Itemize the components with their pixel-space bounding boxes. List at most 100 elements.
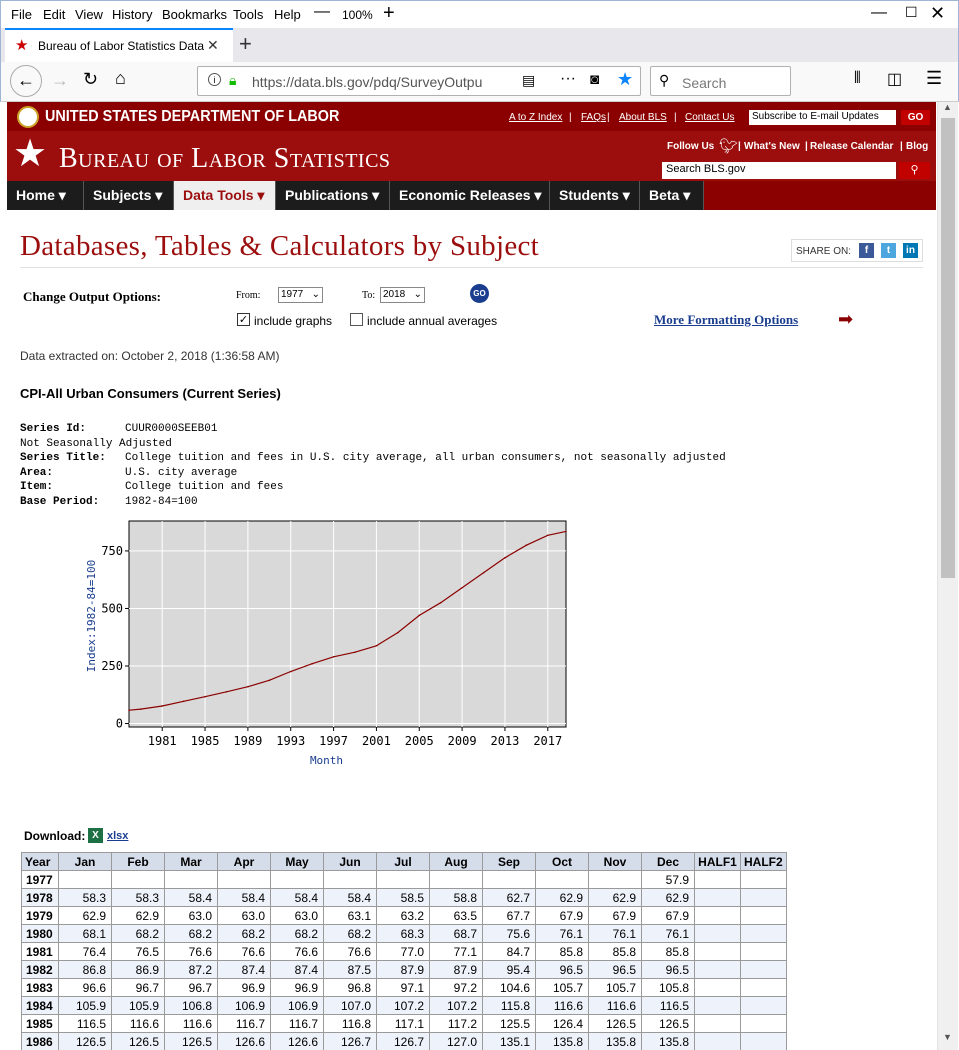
value-cell: 105.7 (535, 978, 589, 997)
nav-students[interactable]: Students ▾ (550, 181, 640, 210)
zoom-in-icon[interactable]: + (383, 2, 395, 25)
value-cell (740, 942, 787, 961)
site-search-input[interactable]: Search BLS.gov (662, 162, 896, 179)
url-text[interactable]: https://data.bls.gov/pdq/SurveyOutpu (252, 74, 484, 90)
page-actions-icon[interactable]: ··· (560, 70, 576, 88)
nav-data-tools[interactable]: Data Tools ▾ (174, 181, 276, 210)
value-cell: 96.7 (111, 978, 165, 997)
value-cell: 86.8 (58, 960, 112, 979)
column-header-sep: Sep (482, 852, 536, 871)
twitter-share-icon[interactable]: t (881, 243, 896, 258)
home-icon[interactable]: ⌂ (115, 68, 126, 89)
subscribe-go-button[interactable]: GO (901, 110, 930, 125)
value-cell (111, 870, 165, 889)
tab-bls[interactable]: ★ Bureau of Labor Statistics Data ✕ (5, 28, 233, 62)
divider: | (900, 141, 903, 152)
value-cell: 107.2 (376, 996, 430, 1015)
include-graphs-checkbox[interactable]: ✓ (237, 313, 250, 326)
scrollbar-thumb[interactable] (941, 118, 955, 578)
include-annual-label: include annual averages (367, 314, 498, 328)
nav-publications[interactable]: Publications ▾ (276, 181, 390, 210)
nav-subjects[interactable]: Subjects ▾ (84, 181, 174, 210)
menu-help[interactable]: Help (274, 7, 301, 22)
value-cell: 76.1 (588, 924, 642, 943)
go-button[interactable]: GO (470, 284, 489, 303)
more-formatting-link[interactable]: More Formatting Options (654, 312, 798, 328)
include-annual-checkbox[interactable] (350, 313, 363, 326)
subscribe-input[interactable]: Subscribe to E-mail Updates (749, 110, 896, 125)
back-icon[interactable]: ← (10, 65, 42, 97)
new-tab-icon[interactable]: + (239, 31, 252, 57)
minimize-icon[interactable]: — (871, 4, 887, 22)
close-window-icon[interactable]: ✕ (930, 3, 945, 24)
scroll-down-icon[interactable]: ▼ (943, 1032, 952, 1042)
nav-economic-releases[interactable]: Economic Releases ▾ (390, 181, 550, 210)
y-tick-label: 250 (101, 659, 123, 673)
value-cell: 97.1 (376, 978, 430, 997)
reader-view-icon[interactable]: ▤ (522, 72, 535, 89)
link-faqs[interactable]: FAQs (581, 112, 606, 123)
year-cell: 1985 (21, 1014, 59, 1033)
search-box[interactable]: ⚲ Search (650, 66, 791, 96)
forward-icon[interactable]: → (51, 70, 69, 91)
value-cell: 58.3 (58, 888, 112, 907)
scroll-up-icon[interactable]: ▲ (943, 102, 952, 112)
scrollbar[interactable]: ▲ ▼ (937, 102, 958, 1050)
menu-view[interactable]: View (75, 7, 103, 22)
zoom-out-icon[interactable]: — (314, 3, 330, 21)
bookmark-star-icon[interactable]: ★ (617, 69, 633, 90)
value-cell (694, 906, 741, 925)
link-blog[interactable]: Blog (906, 141, 928, 152)
menu-tools[interactable]: Tools (233, 7, 263, 22)
link-contact[interactable]: Contact Us (685, 112, 734, 123)
nav-beta[interactable]: Beta ▾ (640, 181, 704, 210)
value-cell: 76.4 (58, 942, 112, 961)
value-cell: 115.8 (482, 996, 536, 1015)
info-icon[interactable]: i (208, 73, 221, 86)
menu-edit[interactable]: Edit (43, 7, 65, 22)
to-select[interactable]: 2018 ⌄ (380, 287, 425, 303)
xlsx-link[interactable]: xlsx (107, 830, 128, 842)
value-cell: 58.4 (270, 888, 324, 907)
menu-file[interactable]: File (11, 7, 32, 22)
pocket-icon[interactable]: ◙ (590, 71, 599, 88)
link-release-calendar[interactable]: Release Calendar (810, 141, 893, 152)
value-cell: 116.6 (111, 1014, 165, 1033)
value-cell (694, 978, 741, 997)
value-cell: 87.2 (164, 960, 218, 979)
y-tick-label: 0 (116, 717, 123, 731)
column-header-jan: Jan (58, 852, 112, 871)
site-search-icon[interactable]: ⚲ (899, 162, 930, 179)
sidebar-icon[interactable]: ◫ (887, 69, 902, 89)
maximize-icon[interactable]: ☐ (905, 4, 918, 21)
linkedin-icon[interactable]: in (903, 243, 918, 258)
value-cell (323, 870, 377, 889)
value-cell: 87.9 (376, 960, 430, 979)
arrow-right-icon[interactable]: ➡ (838, 310, 853, 328)
hamburger-menu-icon[interactable]: ☰ (926, 68, 942, 89)
year-cell: 1978 (21, 888, 59, 907)
nav-home[interactable]: Home ▾ (7, 181, 84, 210)
facebook-icon[interactable]: f (859, 243, 874, 258)
lock-icon: 🔒︎ (229, 72, 237, 88)
zoom-level[interactable]: 100% (342, 8, 373, 22)
from-select[interactable]: 1977 ⌄ (278, 287, 323, 303)
menu-history[interactable]: History (112, 7, 152, 22)
library-icon[interactable]: ⫴ (854, 70, 861, 88)
value-cell: 126.5 (58, 1032, 112, 1050)
reload-icon[interactable]: ↻ (83, 69, 98, 90)
tab-close-icon[interactable]: ✕ (207, 37, 219, 54)
value-cell (588, 870, 642, 889)
cpi-chart: 1981 1985 1989 1993 1997 2001 2005 2009 2013 2017… (85, 520, 567, 767)
url-bar[interactable]: i 🔒︎ https://data.bls.gov/pdq/SurveyOutp… (197, 66, 641, 96)
value-cell (376, 870, 430, 889)
link-a-to-z[interactable]: A to Z Index (509, 112, 562, 123)
value-cell: 126.5 (588, 1014, 642, 1033)
plot-area (128, 520, 567, 728)
value-cell: 135.8 (588, 1032, 642, 1050)
menu-bookmarks[interactable]: Bookmarks (162, 7, 227, 22)
link-whats-new[interactable]: What's New (744, 141, 800, 152)
twitter-icon[interactable]: 🐦︎ (719, 137, 738, 155)
include-graphs-label: include graphs (254, 314, 333, 328)
link-about[interactable]: About BLS (619, 112, 667, 123)
